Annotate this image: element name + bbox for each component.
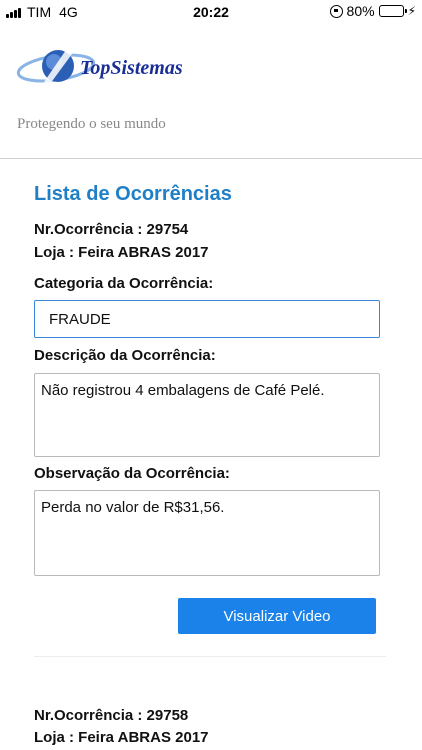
battery-icon bbox=[378, 5, 407, 17]
tagline: Protegendo o seu mundo bbox=[17, 116, 166, 132]
orientation-lock-icon bbox=[329, 4, 343, 18]
description-field[interactable]: Não registrou 4 embalagens de Café Pelé. bbox=[34, 373, 380, 457]
occurrence-store: Loja : Feira ABRAS 2017 bbox=[34, 244, 209, 261]
occurrence-divider bbox=[34, 656, 386, 657]
charging-icon: ⚡ bbox=[407, 4, 416, 18]
occurrence-number: Nr.Ocorrência : 29754 bbox=[34, 221, 189, 238]
observation-label: Observação da Ocorrência: bbox=[34, 465, 230, 482]
category-label: Categoria da Ocorrência: bbox=[34, 275, 214, 292]
category-field[interactable]: FRAUDE bbox=[34, 300, 380, 338]
occurrence-store: Loja : Feira ABRAS 2017 bbox=[34, 729, 209, 746]
company-logo: TopSistemas bbox=[16, 50, 183, 84]
view-video-button[interactable]: Visualizar Video bbox=[178, 598, 376, 634]
status-bar: TIM 4G 20:22 80% ⚡ bbox=[0, 0, 422, 24]
description-label: Descrição da Ocorrência: bbox=[34, 347, 216, 364]
header-divider bbox=[0, 158, 422, 159]
battery-percent: 80% bbox=[346, 3, 375, 19]
logo-text: TopSistemas bbox=[80, 57, 183, 79]
page-title: Lista de Ocorrências bbox=[34, 183, 232, 205]
observation-field[interactable]: Perda no valor de R$31,56. bbox=[34, 490, 380, 576]
status-right: 80% ⚡ bbox=[329, 3, 416, 19]
occurrence-number: Nr.Ocorrência : 29758 bbox=[34, 707, 189, 724]
